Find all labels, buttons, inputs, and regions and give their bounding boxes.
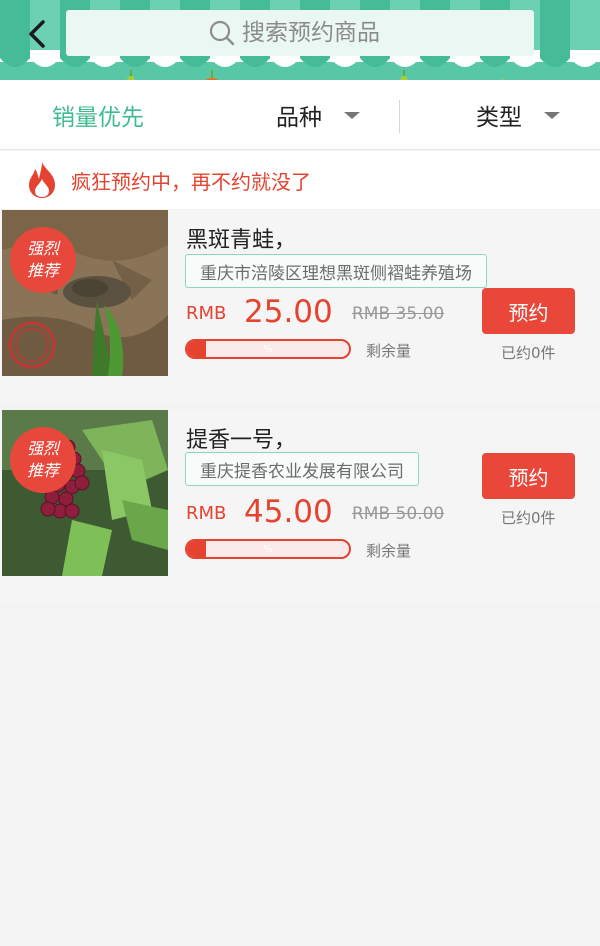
back-button[interactable] [20,14,54,54]
top-header [0,0,600,80]
badge-line: 强烈 [26,439,59,458]
back-arrow-icon [29,20,45,48]
recommend-badge: 强烈 推荐 [10,427,76,493]
stock-progress-bar: % [185,339,351,359]
tab-label: 类型 [476,105,522,131]
remain-label: 剩余量 [366,542,412,560]
badge-line: 推荐 [26,461,59,480]
tab-variety[interactable]: 品种 [276,80,360,150]
booked-count: 已约0件 [501,509,556,527]
price: 45.00 [244,494,333,530]
recommend-badge: 强烈 推荐 [10,227,76,293]
fire-icon [29,162,55,198]
grape [40,501,56,517]
company-tag: 重庆市涪陵区理想黑斑侧褶蛙养殖场 [185,254,487,288]
grape [74,475,90,491]
divider [399,100,400,133]
tab-sales-first[interactable]: 销量优先 [52,80,144,150]
old-price: RMB 50.00 [352,504,445,524]
currency-label: RMB [186,503,227,524]
tab-label: 销量优先 [52,105,144,131]
caret-down-icon [344,111,360,119]
awning-scallop [570,50,600,67]
book-button[interactable]: 预约 [482,288,575,334]
badge-line: 推荐 [26,261,59,280]
grape [64,503,80,519]
currency-label: RMB [186,303,227,324]
old-price: RMB 35.00 [352,304,445,324]
search-bar[interactable] [66,10,534,56]
tab-label: 品种 [276,105,322,131]
caret-down-icon [544,111,560,119]
search-input[interactable] [242,20,392,46]
product-card[interactable]: 强烈 推荐 提香一号， 重庆提香农业发展有限公司 RMB 45.00 RMB 5… [0,410,600,604]
product-image[interactable]: 强烈 推荐 [2,210,168,376]
company-tag: 重庆提香农业发展有限公司 [185,452,419,486]
progress-label: % [263,343,273,355]
book-button[interactable]: 预约 [482,453,575,499]
search-icon [208,19,236,47]
price: 25.00 [244,294,333,330]
banner-text: 疯狂预约中，再不约就没了 [71,169,311,194]
progress-label: % [263,543,273,555]
product-name: 提香一号， [186,428,297,453]
product-name: 黑斑青蛙， [186,228,297,253]
filter-bar: 销量优先 品种 类型 [0,80,600,150]
tab-type[interactable]: 类型 [476,80,560,150]
booked-count: 已约0件 [501,344,556,362]
remain-label: 剩余量 [366,342,412,360]
empty-list-area [0,612,600,946]
product-card[interactable]: 强烈 推荐 黑斑青蛙， 重庆市涪陵区理想黑斑侧褶蛙养殖场 RMB 25.00 R… [0,210,600,404]
stock-progress-bar: % [185,539,351,559]
badge-line: 强烈 [26,239,59,258]
product-image[interactable]: 强烈 推荐 [2,410,168,576]
awning-scallop [540,50,570,67]
promo-banner: 疯狂预约中，再不约就没了 [0,151,600,209]
